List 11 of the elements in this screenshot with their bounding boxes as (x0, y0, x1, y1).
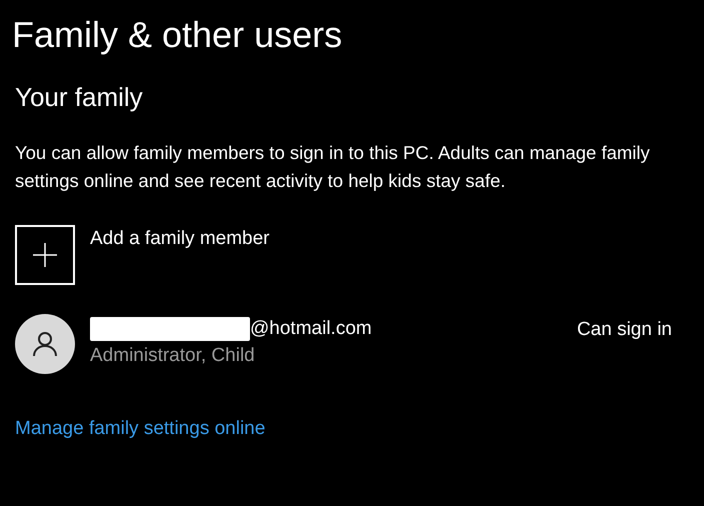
description-text: You can allow family members to sign in to this PC. Adults can manage family settings online and see recent activity to help kids stay safe. (15, 141, 651, 193)
section-heading: Your family (15, 81, 144, 114)
add-member-label[interactable]: Add a family member (90, 228, 270, 250)
person-icon (32, 331, 58, 357)
member-email: @hotmail.com (250, 318, 372, 340)
plus-icon (33, 243, 57, 267)
manage-link[interactable]: Manage family settings online (15, 418, 672, 440)
member-role: Administrator, Child (90, 345, 256, 367)
page-title: Family & other users (12, 13, 344, 57)
add-button[interactable] (15, 225, 75, 285)
member-status: Can sign in (576, 319, 672, 341)
